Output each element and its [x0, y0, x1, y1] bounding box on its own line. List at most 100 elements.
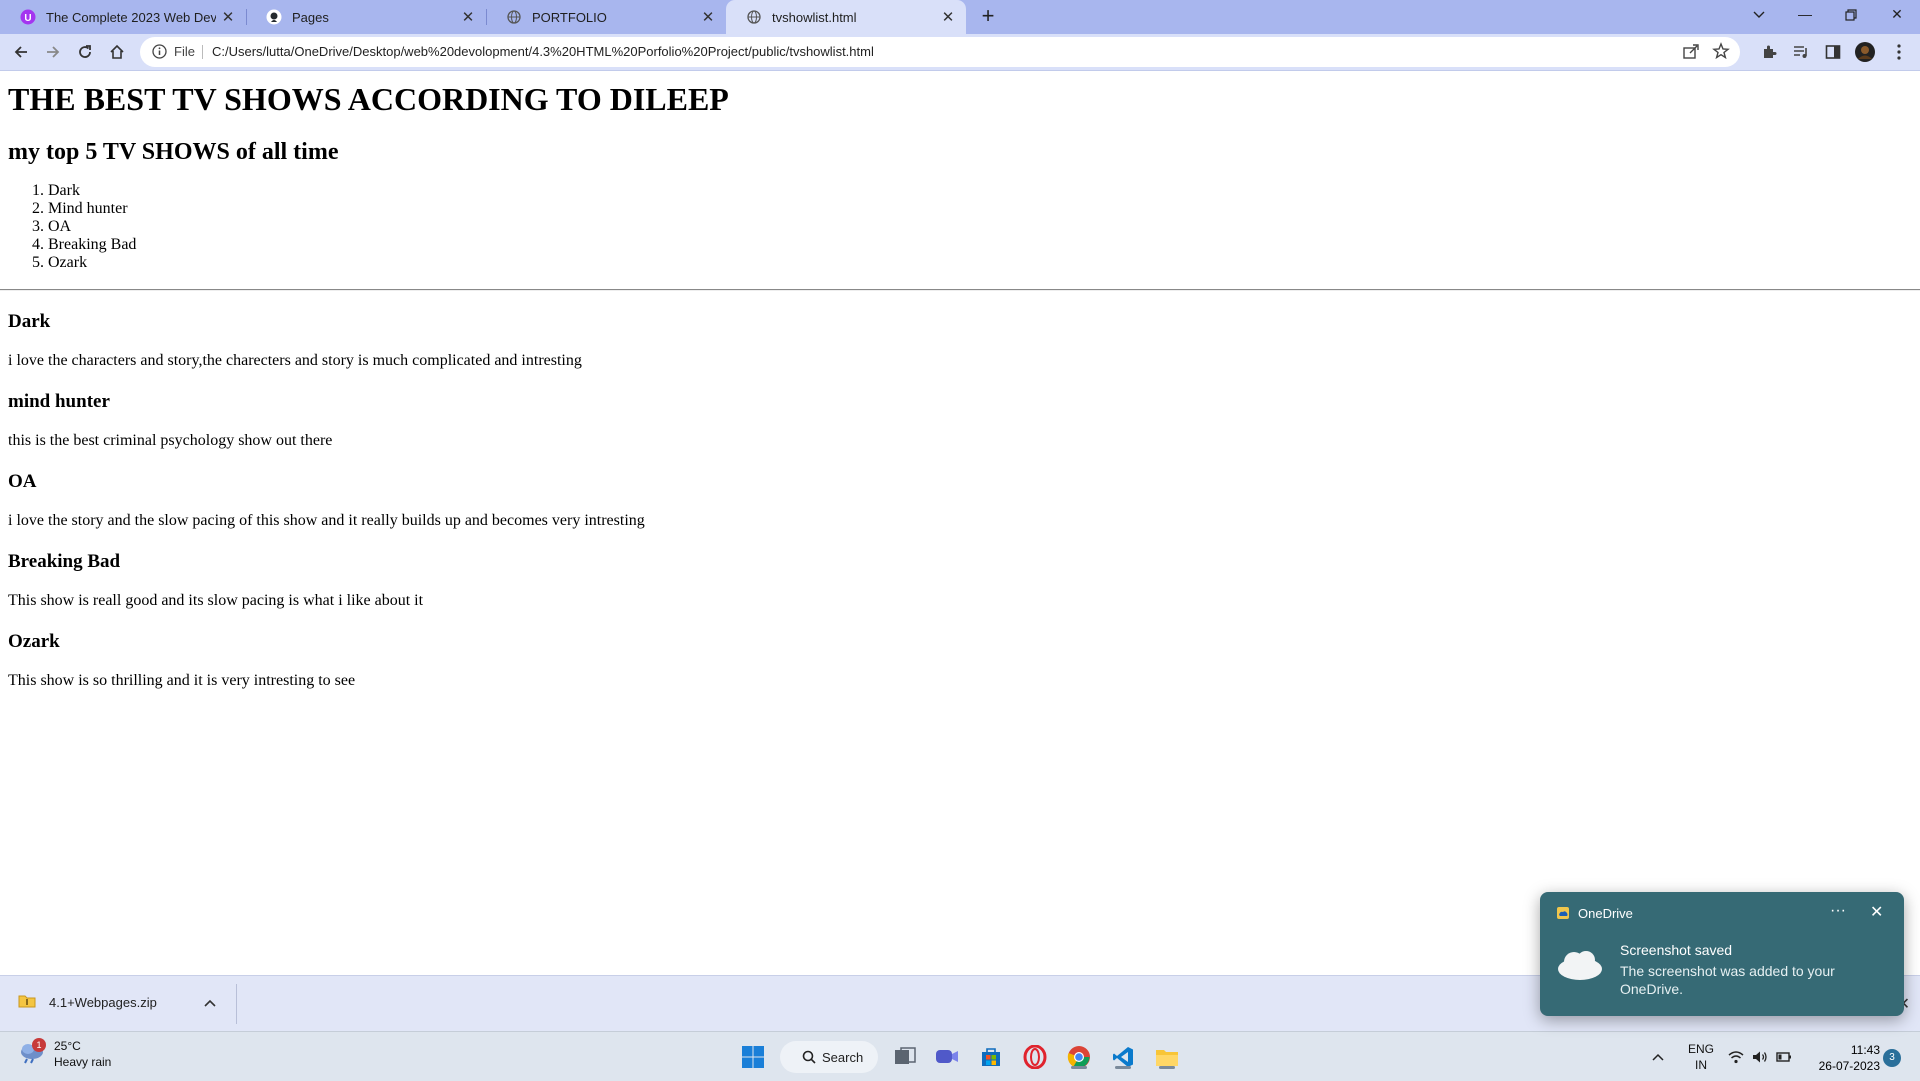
more-options-icon[interactable]: ··· — [1830, 902, 1846, 920]
notification-app-name: OneDrive — [1578, 906, 1633, 921]
page-subtitle: my top 5 TV SHOWS of all time — [8, 139, 339, 165]
show-hidden-icons[interactable] — [1652, 1032, 1664, 1081]
show-description: i love the story and the slow pacing of … — [8, 512, 645, 529]
close-icon[interactable]: ✕ — [456, 8, 480, 26]
close-icon[interactable]: ✕ — [216, 8, 240, 26]
opera-icon[interactable] — [1020, 1042, 1050, 1072]
udemy-icon: U — [20, 9, 36, 25]
tab-udemy[interactable]: U The Complete 2023 Web Develop ✕ — [0, 0, 246, 34]
lang-code: ENG — [1688, 1041, 1715, 1056]
onedrive-notification[interactable]: OneDrive ··· ✕ Screenshot saved The scre… — [1540, 892, 1904, 1016]
back-button[interactable] — [7, 38, 35, 66]
list-item: Mind hunter — [48, 200, 1912, 218]
notification-count-badge[interactable]: 3 — [1883, 1049, 1901, 1067]
show-description: i love the characters and story,the char… — [8, 352, 582, 369]
bookmark-star-icon[interactable] — [1712, 42, 1730, 65]
tab-title: PORTFOLIO — [532, 9, 607, 25]
show-title: Breaking Bad — [8, 551, 121, 572]
cloud-icon — [1554, 948, 1604, 987]
active-app-indicator — [1115, 1066, 1131, 1069]
rain-cloud-icon: 1 — [18, 1037, 46, 1069]
battery-icon — [1776, 1051, 1791, 1062]
close-icon[interactable]: ✕ — [1870, 902, 1883, 922]
media-control-icon[interactable] — [1788, 39, 1814, 65]
tab-pages[interactable]: Pages ✕ — [246, 0, 486, 34]
new-tab-button[interactable]: + — [976, 5, 1000, 29]
wifi-icon — [1728, 1050, 1744, 1063]
restore-button[interactable] — [1828, 0, 1874, 30]
side-panel-icon[interactable] — [1820, 39, 1846, 65]
globe-icon — [506, 9, 522, 25]
download-filename: 4.1+Webpages.zip — [49, 995, 157, 1010]
tab-portfolio[interactable]: PORTFOLIO ✕ — [486, 0, 726, 34]
notification-body: The screenshot was added to your OneDriv… — [1620, 963, 1835, 997]
close-icon[interactable]: ✕ — [696, 8, 720, 26]
system-tray-status[interactable] — [1728, 1032, 1792, 1081]
microsoft-store-icon[interactable] — [976, 1042, 1006, 1072]
list-item: OA — [48, 218, 1912, 236]
tab-title: tvshowlist.html — [772, 9, 857, 25]
chrome-icon[interactable] — [1064, 1042, 1094, 1072]
reload-button[interactable] — [71, 38, 99, 66]
profile-avatar[interactable] — [1852, 39, 1878, 65]
browser-toolbar: File C:/Users/lutta/OneDrive/Desktop/web… — [0, 34, 1920, 71]
show-description: this is the best criminal psychology sho… — [8, 432, 333, 449]
clock-date: 26-07-2023 — [1818, 1059, 1880, 1073]
clock[interactable]: 11:43 26-07-2023 — [1796, 1042, 1880, 1074]
show-title: mind hunter — [8, 391, 110, 412]
address-bar[interactable]: File C:/Users/lutta/OneDrive/Desktop/web… — [140, 37, 1740, 67]
notification-title: Screenshot saved — [1620, 942, 1733, 958]
search-icon — [802, 1050, 816, 1064]
zip-folder-icon — [18, 994, 36, 1011]
language-indicator[interactable]: ENG IN — [1688, 1032, 1714, 1081]
share-icon[interactable] — [1682, 42, 1700, 65]
close-icon[interactable]: ✕ — [936, 8, 960, 26]
active-app-indicator — [1071, 1066, 1087, 1069]
search-label: Search — [822, 1049, 864, 1065]
github-icon — [266, 9, 282, 25]
info-icon[interactable] — [152, 44, 167, 64]
taskbar: 1 25°C Heavy rain Search ENG IN 11:43 26… — [0, 1031, 1920, 1081]
download-item[interactable]: 4.1+Webpages.zip — [18, 994, 157, 1011]
horizontal-rule — [0, 289, 1920, 291]
url-text[interactable]: C:/Users/lutta/OneDrive/Desktop/web%20de… — [212, 44, 874, 59]
tab-search-icon[interactable] — [1736, 0, 1782, 30]
weather-badge: 1 — [32, 1037, 46, 1052]
globe-icon — [746, 9, 762, 25]
chevron-up-icon[interactable] — [204, 994, 216, 1012]
show-description: This show is so thrilling and it is very… — [8, 672, 356, 689]
show-title: Dark — [8, 311, 51, 332]
home-button[interactable] — [103, 38, 131, 66]
taskbar-search[interactable]: Search — [780, 1041, 878, 1073]
forward-arrow-icon — [47, 46, 60, 58]
file-explorer-icon[interactable] — [1152, 1042, 1182, 1072]
list-item: Breaking Bad — [48, 236, 1912, 254]
show-title: OA — [8, 471, 37, 492]
tab-strip: U The Complete 2023 Web Develop ✕ Pages … — [0, 0, 1920, 34]
clock-time: 11:43 — [1850, 1043, 1880, 1057]
svg-text:U: U — [24, 13, 31, 24]
reload-icon — [79, 45, 91, 58]
minimize-button[interactable]: — — [1782, 0, 1828, 30]
weather-widget[interactable]: 1 25°C Heavy rain — [18, 1037, 111, 1070]
chevron-up-icon — [1652, 1053, 1664, 1061]
tab-tvshowlist[interactable]: tvshowlist.html ✕ — [726, 0, 966, 34]
web-page: THE BEST TV SHOWS ACCORDING TO DILEEP my… — [0, 71, 1920, 975]
show-title: Ozark — [8, 631, 60, 652]
list-item: Ozark — [48, 254, 1912, 272]
extensions-icon[interactable] — [1756, 39, 1782, 65]
list-item: Dark — [48, 182, 1912, 200]
top-shows-list: Dark Mind hunter OA Breaking Bad Ozark — [8, 182, 1912, 272]
page-title: THE BEST TV SHOWS ACCORDING TO DILEEP — [8, 81, 729, 117]
divider — [236, 984, 237, 1024]
teams-chat-icon[interactable] — [932, 1042, 962, 1072]
lang-region: IN — [1695, 1057, 1707, 1072]
show-description: This show is reall good and its slow pac… — [8, 592, 424, 609]
vscode-icon[interactable] — [1108, 1042, 1138, 1072]
close-window-button[interactable]: ✕ — [1874, 0, 1920, 30]
tab-title: The Complete 2023 Web Develop — [46, 9, 216, 25]
menu-dots-icon[interactable] — [1886, 39, 1912, 65]
start-button[interactable] — [738, 1042, 768, 1072]
forward-button[interactable] — [39, 38, 67, 66]
task-view-icon[interactable] — [890, 1042, 920, 1072]
